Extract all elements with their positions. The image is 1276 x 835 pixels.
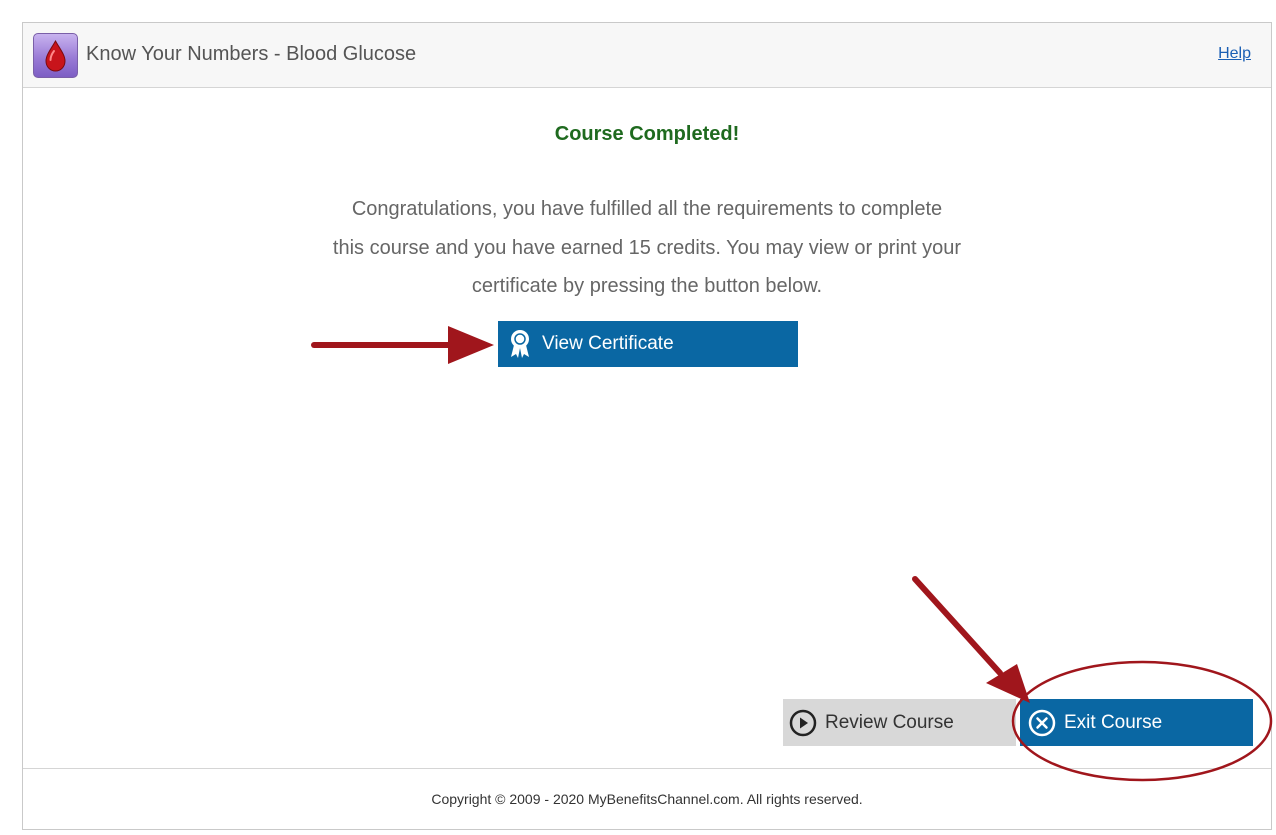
- review-course-button[interactable]: Review Course: [783, 699, 1016, 746]
- play-circle-icon: [789, 709, 817, 736]
- message-line: certificate by pressing the button below…: [471, 275, 823, 297]
- close-circle-icon: [1028, 709, 1056, 736]
- completion-message: Congratulations, you have fulfilled all …: [23, 190, 1271, 306]
- message-line: this course and you have earned 15 credi…: [332, 236, 962, 259]
- course-window: Know Your Numbers - Blood Glucose Help C…: [22, 22, 1272, 830]
- blood-drop-icon: [45, 39, 66, 72]
- ribbon-award-icon: [511, 330, 529, 358]
- exit-course-button[interactable]: Exit Course: [1020, 699, 1253, 746]
- app-title: Know Your Numbers - Blood Glucose: [86, 43, 417, 65]
- view-certificate-button[interactable]: View Certificate: [498, 321, 798, 367]
- app-logo: [33, 33, 78, 78]
- copyright-text: Copyright © 2009 - 2020 MyBenefitsChanne…: [431, 791, 863, 807]
- exit-course-label: Exit Course: [1064, 711, 1163, 733]
- message-line: Congratulations, you have fulfilled all …: [351, 198, 943, 220]
- review-course-label: Review Course: [825, 711, 954, 733]
- help-link[interactable]: Help: [1218, 45, 1251, 63]
- header-bar: Know Your Numbers - Blood Glucose Help: [23, 23, 1271, 88]
- view-certificate-label: View Certificate: [542, 333, 674, 354]
- course-status-heading: Course Completed!: [554, 123, 740, 145]
- footer: Copyright © 2009 - 2020 MyBenefitsChanne…: [23, 768, 1271, 829]
